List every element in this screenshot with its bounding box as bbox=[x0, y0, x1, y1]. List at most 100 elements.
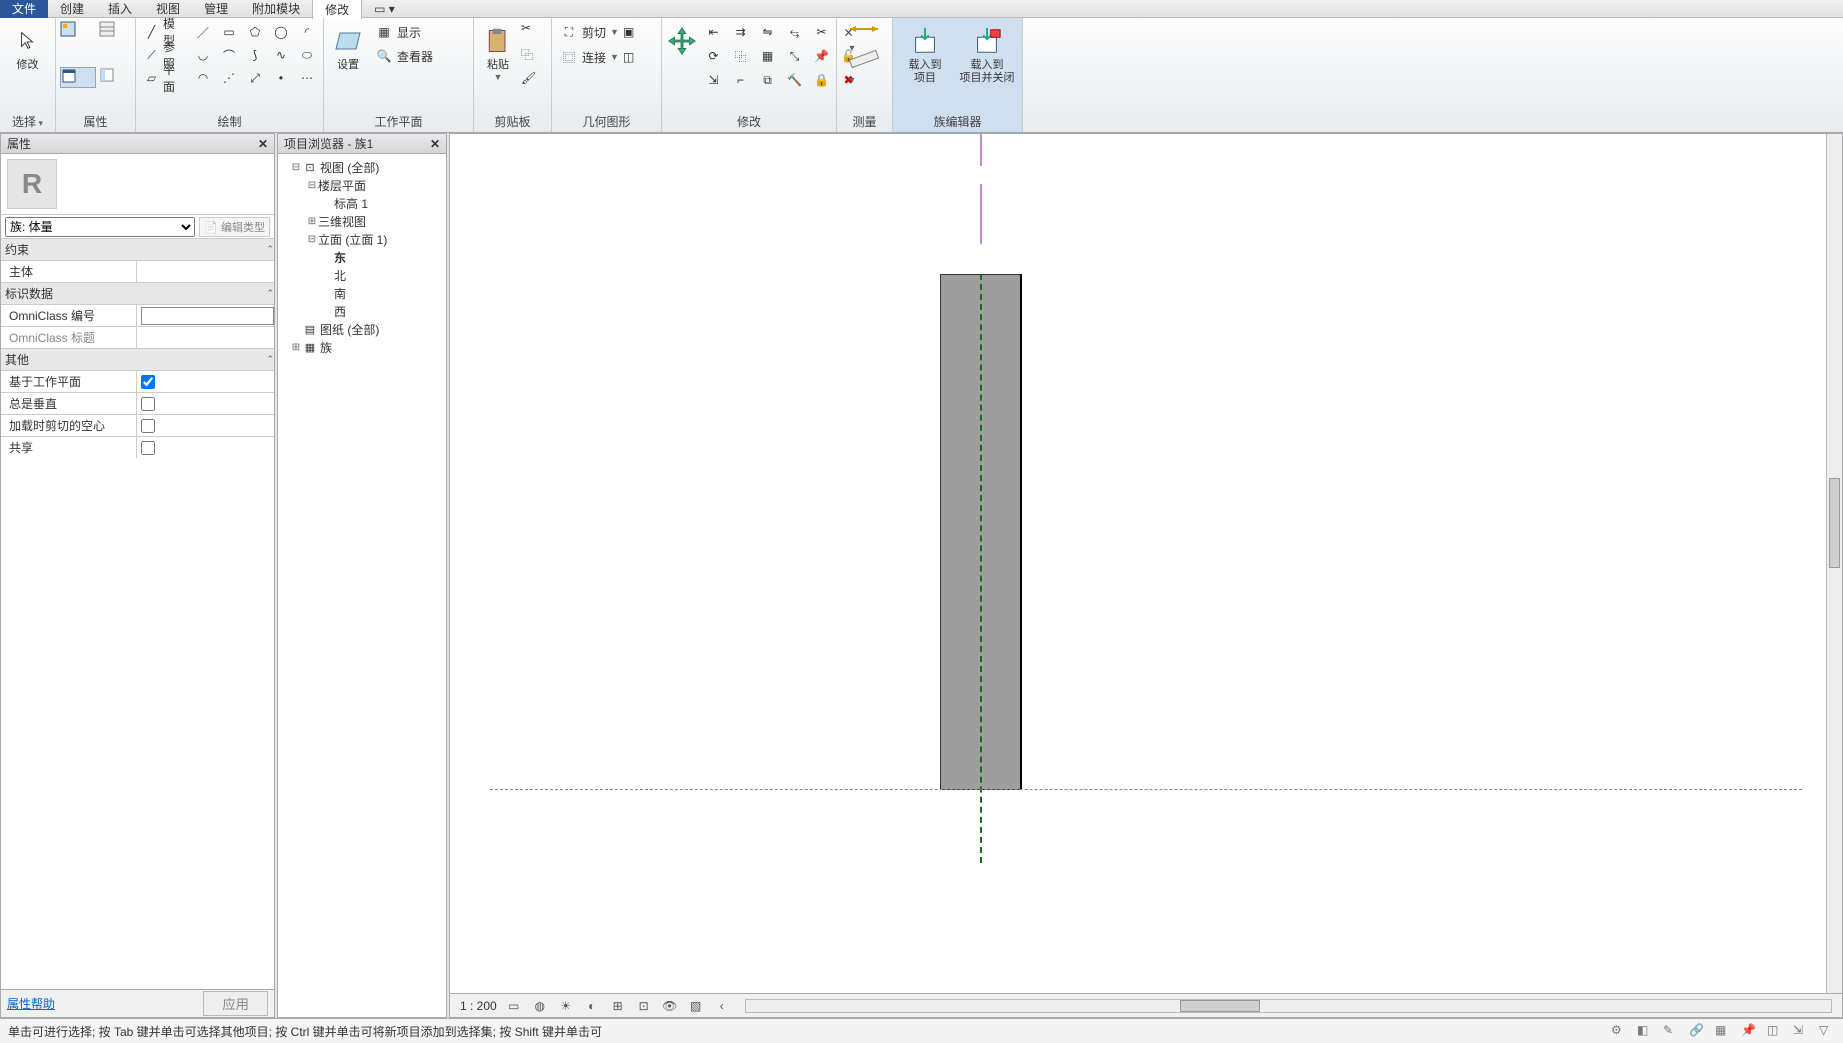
align-icon[interactable]: ⇤ bbox=[701, 21, 726, 43]
reference-plane-button[interactable]: ▱平面 bbox=[140, 67, 187, 89]
tree-families[interactable]: ⊞▦族 bbox=[280, 338, 444, 356]
cut-button[interactable]: ✂ bbox=[521, 21, 543, 43]
tree-floorplans[interactable]: ⊟楼层平面 bbox=[280, 176, 444, 194]
tree-sheets[interactable]: ▤图纸 (全部) bbox=[280, 320, 444, 338]
draw-arc-start-icon[interactable]: ◜ bbox=[295, 21, 319, 43]
scale-icon[interactable]: ⤡ bbox=[782, 45, 807, 67]
split-icon[interactable]: ✂ bbox=[809, 21, 834, 43]
family-types-button[interactable] bbox=[99, 21, 135, 40]
move-button[interactable] bbox=[666, 21, 698, 57]
tree-level1[interactable]: 标高 1 bbox=[280, 194, 444, 212]
aligned-dim-button[interactable]: ▼ bbox=[848, 21, 882, 45]
always-vertical-checkbox[interactable] bbox=[141, 397, 155, 411]
show-crop-icon[interactable]: ⊡ bbox=[635, 998, 653, 1014]
draw-point-icon[interactable]: • bbox=[269, 67, 293, 89]
view-canvas[interactable] bbox=[450, 134, 1842, 993]
copy-button[interactable]: ⿻ bbox=[521, 46, 543, 68]
view-control-scroll-left[interactable]: ‹ bbox=[713, 998, 731, 1014]
tree-north[interactable]: 北 bbox=[280, 266, 444, 284]
menu-create[interactable]: 创建 bbox=[48, 0, 96, 18]
demolish-icon[interactable]: 🔨 bbox=[782, 69, 807, 91]
draw-circle-icon[interactable]: ◯ bbox=[269, 21, 293, 43]
properties-help-link[interactable]: 属性帮助 bbox=[7, 995, 55, 1012]
design-options-icon[interactable]: ◧ bbox=[1637, 1023, 1653, 1039]
shared-checkbox[interactable] bbox=[141, 441, 155, 455]
load-into-project-button[interactable]: 载入到 项目 bbox=[897, 21, 953, 85]
extend-icon[interactable]: ⇲ bbox=[701, 69, 726, 91]
draw-ellipse-icon[interactable]: ⬭ bbox=[295, 44, 319, 66]
rotate-icon[interactable]: ⟳ bbox=[701, 45, 726, 67]
pin-icon[interactable]: 📌 bbox=[809, 45, 834, 67]
menu-manage[interactable]: 管理 bbox=[192, 0, 240, 18]
temp-hide-icon[interactable]: 👁 bbox=[661, 998, 679, 1014]
h-scroll-thumb[interactable] bbox=[1180, 1000, 1260, 1012]
split-face-icon[interactable]: ◫ bbox=[623, 50, 634, 64]
menu-overflow[interactable]: ▭ ▾ bbox=[362, 1, 407, 17]
properties-close-icon[interactable]: ✕ bbox=[258, 137, 268, 151]
canvas-vertical-scrollbar[interactable] bbox=[1826, 134, 1842, 993]
tree-west[interactable]: 西 bbox=[280, 302, 444, 320]
sun-path-icon[interactable]: ☀ bbox=[557, 998, 575, 1014]
cut-geometry-button[interactable]: ⛶剪切 ▼ ▣ bbox=[556, 21, 638, 43]
split-gap-icon[interactable]: ⧉ bbox=[755, 69, 780, 91]
modify-tool-button[interactable]: 修改 bbox=[5, 21, 51, 72]
draw-arc-center-icon[interactable]: ◡ bbox=[191, 44, 215, 66]
select-face-icon[interactable]: ◫ bbox=[1767, 1023, 1783, 1039]
lock-icon[interactable]: 🔒 bbox=[809, 69, 834, 91]
tree-elevations[interactable]: ⊟立面 (立面 1) bbox=[280, 230, 444, 248]
browser-titlebar[interactable]: 项目浏览器 - 族1 ✕ bbox=[278, 134, 446, 154]
mirror-axis-icon[interactable]: ⇋ bbox=[755, 21, 780, 43]
join-geometry-button[interactable]: ⿴连接 ▼ ◫ bbox=[556, 46, 638, 68]
view-scale[interactable]: 1 : 200 bbox=[460, 999, 497, 1013]
cut-voids-checkbox[interactable] bbox=[141, 419, 155, 433]
group-identity[interactable]: 标识数据⌃ bbox=[1, 282, 274, 304]
array-icon[interactable]: ▦ bbox=[755, 45, 780, 67]
menu-file[interactable]: 文件 bbox=[0, 0, 48, 18]
select-underlay-icon[interactable]: ▦ bbox=[1715, 1023, 1731, 1039]
editable-only-icon[interactable]: ✎ bbox=[1663, 1023, 1679, 1039]
reveal-hidden-icon[interactable]: ▧ bbox=[687, 998, 705, 1014]
v-scroll-thumb[interactable] bbox=[1829, 478, 1840, 568]
offset-icon[interactable]: ⇉ bbox=[728, 21, 753, 43]
tree-east[interactable]: 东 bbox=[280, 248, 444, 266]
draw-arc-tangent-icon[interactable]: ⌒ bbox=[217, 44, 241, 66]
select-links-icon[interactable]: 🔗 bbox=[1689, 1023, 1705, 1039]
drag-elements-icon[interactable]: ⇲ bbox=[1793, 1023, 1809, 1039]
type-selector[interactable]: 族: 体量 bbox=[5, 217, 195, 237]
trim-corner-icon[interactable]: ⌐ bbox=[728, 69, 753, 91]
workplane-based-checkbox[interactable] bbox=[141, 375, 155, 389]
group-other[interactable]: 其他⌃ bbox=[1, 348, 274, 370]
draw-spline-points-icon[interactable]: ⋰ bbox=[217, 67, 241, 89]
workplane-viewer-button[interactable]: 🔍查看器 bbox=[371, 45, 437, 67]
visual-style-icon[interactable]: ◍ bbox=[531, 998, 549, 1014]
tree-south[interactable]: 南 bbox=[280, 284, 444, 302]
show-workplane-button[interactable]: ▦显示 bbox=[371, 21, 437, 43]
match-type-button[interactable]: 🖌 bbox=[521, 71, 543, 93]
cope-icon[interactable]: ▣ bbox=[623, 25, 634, 39]
draw-fillet-icon[interactable]: ⟆ bbox=[243, 44, 267, 66]
edit-type-button[interactable]: 📄 编辑类型 bbox=[199, 217, 270, 237]
ribbon-label-select[interactable]: 选择 bbox=[4, 111, 51, 132]
apply-button[interactable]: 应用 bbox=[203, 991, 268, 1016]
menu-modify[interactable]: 修改 bbox=[312, 0, 362, 19]
draw-line-icon[interactable]: ／ bbox=[191, 21, 215, 43]
canvas-horizontal-scrollbar[interactable] bbox=[745, 999, 1832, 1013]
menu-insert[interactable]: 插入 bbox=[96, 0, 144, 18]
properties-titlebar[interactable]: 属性 ✕ bbox=[1, 134, 274, 154]
mirror-draw-icon[interactable]: ⥃ bbox=[782, 21, 807, 43]
draw-partial-ellipse-icon[interactable]: ◠ bbox=[191, 67, 215, 89]
browser-close-icon[interactable]: ✕ bbox=[430, 137, 440, 151]
draw-pick-lines-icon[interactable]: ⤢ bbox=[243, 67, 267, 89]
copy-tool-icon[interactable]: ⿻ bbox=[728, 45, 753, 67]
select-pinned-icon[interactable]: 📌 bbox=[1741, 1023, 1757, 1039]
set-workplane-button[interactable]: 设置 bbox=[328, 21, 368, 72]
tree-views[interactable]: ⊟⊡视图 (全部) bbox=[280, 158, 444, 176]
omniclass-number-input[interactable] bbox=[141, 307, 274, 325]
shadows-icon[interactable]: ◐ bbox=[583, 998, 601, 1014]
load-into-project-close-button[interactable]: 载入到 项目并关闭 bbox=[956, 21, 1018, 85]
properties-button[interactable] bbox=[60, 21, 96, 40]
filter-icon[interactable]: ▽ bbox=[1819, 1023, 1835, 1039]
menu-addins[interactable]: 附加模块 bbox=[240, 0, 312, 18]
crop-view-icon[interactable]: ⊞ bbox=[609, 998, 627, 1014]
detail-level-icon[interactable]: ▭ bbox=[505, 998, 523, 1014]
